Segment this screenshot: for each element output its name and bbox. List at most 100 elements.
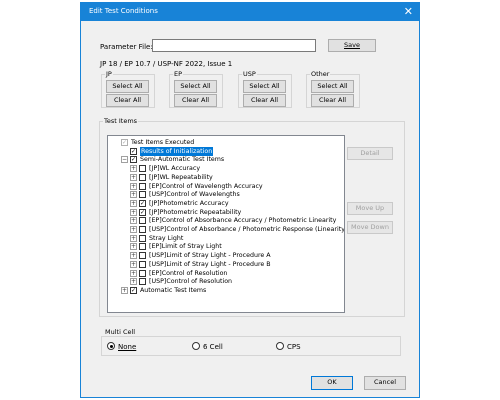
tree-item[interactable]: + [USP]Limit of Stray Light - Procedure B [108,260,344,269]
group-ep: EP Select All Clear All [169,70,223,108]
tree-item[interactable]: + Stray Light [108,234,344,243]
tree-item-checkbox[interactable] [139,278,146,286]
expand-icon[interactable]: + [130,208,137,216]
expand-icon[interactable]: + [130,199,137,207]
ok-button[interactable]: OK [311,376,353,390]
test-items-tree[interactable]: ✓ Test Items Executed ✓ Results of Initiali… [107,135,345,313]
tree-item-checkbox[interactable] [139,173,146,181]
tree-item-checkbox[interactable] [139,191,146,199]
window-title: Edit Test Conditions [89,7,158,15]
tree-item[interactable]: + [EP]Control of Absorbance Accuracy / Ph… [108,216,344,225]
cancel-button[interactable]: Cancel [364,376,406,390]
tree-item-label: Test Items Executed [131,139,195,146]
tree-item-checkbox[interactable]: ✓ [139,208,146,216]
tree-item[interactable]: + [USP]Control of Absorbance / Photometri… [108,225,344,234]
ep-clear-all-button[interactable]: Clear All [174,94,217,107]
parameter-file-input[interactable] [152,39,316,52]
tree-item-checkbox[interactable]: ✓ [130,147,137,155]
group-other-label: Other [310,70,331,78]
group-jp-label: JP [105,70,113,78]
tree-item[interactable]: + [USP]Control of Wavelengths [108,190,344,199]
expand-icon[interactable]: + [130,252,137,260]
tree-item[interactable]: ✓ Results of Initialization [108,146,344,156]
tree-item-checkbox[interactable] [139,226,146,233]
move-up-button[interactable]: Move Up [347,202,393,215]
expand-icon[interactable]: + [130,234,137,242]
tree-item-label: [JP]WL Accuracy [149,165,201,173]
tree-item-label: [USP]Control of Resolution [149,278,233,286]
expand-icon[interactable]: + [130,182,137,190]
expand-icon[interactable]: + [130,269,137,277]
tree-item-checkbox[interactable]: ✓ [121,139,128,146]
tree-item-checkbox[interactable] [139,252,146,260]
radio-none-label: None [118,343,137,351]
radio-6-cell[interactable] [192,342,200,350]
tree-item-checkbox[interactable]: ✓ [139,199,146,207]
tree-item-label: Results of Initialization [140,146,214,156]
tree-item-label: [JP]Photometric Repeatability [149,208,242,216]
tree-item-checkbox[interactable] [139,234,146,242]
group-jp: JP Select All Clear All [101,70,155,108]
jp-select-all-button[interactable]: Select All [106,80,149,93]
expand-icon[interactable]: + [130,165,137,173]
title-bar[interactable]: Edit Test Conditions ✕ [81,3,419,21]
tree-item-label: [USP]Limit of Stray Light - Procedure A [149,252,271,260]
tree-item-checkbox[interactable] [139,243,146,251]
tree-item[interactable]: + [JP]WL Repeatability [108,173,344,182]
expand-icon[interactable]: + [130,278,137,286]
expand-icon[interactable]: + [130,217,137,225]
expand-icon[interactable]: + [130,191,137,199]
usp-clear-all-button[interactable]: Clear All [243,94,286,107]
tree-item[interactable]: + [EP]Control of Wavelength Accuracy [108,182,344,191]
tree-item[interactable]: + [EP]Control of Resolution [108,269,344,278]
save-button[interactable]: Save [328,39,376,52]
other-clear-all-button[interactable]: Clear All [311,94,354,107]
tree-item-label: Semi-Automatic Test Items [140,156,225,164]
tree-item-label: [USP]Limit of Stray Light - Procedure B [149,260,271,268]
tree-item[interactable]: + [USP]Limit of Stray Light - Procedure A [108,251,344,260]
tree-item-checkbox[interactable] [139,182,146,190]
tree-item-checkbox[interactable] [139,260,146,268]
expand-icon[interactable]: + [130,260,137,268]
tree-item-label: [USP]Control of Wavelengths [149,191,240,199]
tree-item-checkbox[interactable]: ✓ [130,286,137,294]
ep-select-all-button[interactable]: Select All [174,80,217,93]
usp-select-all-button[interactable]: Select All [243,80,286,93]
tree-item-checkbox[interactable]: ✓ [130,156,137,164]
other-select-all-button[interactable]: Select All [311,80,354,93]
tree-item[interactable]: + [EP]Limit of Stray Light [108,242,344,251]
multi-cell-group: None 6 Cell CPS [101,336,401,356]
tree-item[interactable]: + ✓ [JP]Photometric Repeatability [108,208,344,217]
tree-item-checkbox[interactable] [139,269,146,277]
jp-clear-all-button[interactable]: Clear All [106,94,149,107]
tree-item[interactable]: + ✓ Automatic Test Items [108,286,344,295]
multi-cell-label: Multi Cell [105,328,136,336]
tree-item-label: [EP]Control of Wavelength Accuracy [149,182,263,190]
radio-none[interactable] [107,342,115,350]
expand-icon[interactable]: + [130,173,137,181]
tree-item-checkbox[interactable] [139,165,146,173]
expand-icon[interactable]: + [130,243,137,251]
tree-item[interactable]: + [JP]WL Accuracy [108,164,344,173]
expand-icon[interactable]: + [130,226,137,233]
close-icon[interactable]: ✕ [404,5,413,18]
detail-button[interactable]: Detail [347,147,393,160]
tree-item[interactable]: + ✓ [JP]Photometric Accuracy [108,199,344,208]
tree-item[interactable]: + [USP]Control of Resolution [108,277,344,286]
tree-item-checkbox[interactable] [139,217,146,225]
move-down-button[interactable]: Move Down [347,221,393,234]
parameter-file-label: Parameter File: [100,43,153,51]
tree-item[interactable]: ✓ Test Items Executed [108,138,344,147]
tree-item-label: Automatic Test Items [140,286,207,294]
tree-item-label: [JP]WL Repeatability [149,173,213,181]
tree-item[interactable]: − ✓ Semi-Automatic Test Items [108,155,344,164]
radio-cps[interactable] [276,342,284,350]
group-ep-label: EP [173,70,184,78]
collapse-icon[interactable]: − [121,156,128,164]
tree-item-label: [EP]Control of Resolution [149,269,228,277]
tree-item-label: Stray Light [149,234,184,242]
radio-cps-label: CPS [287,343,301,351]
expand-icon[interactable]: + [121,286,128,294]
tree-item-label: [EP]Control of Absorbance Accuracy / Pho… [149,217,337,225]
test-items-label: Test Items [103,117,139,125]
